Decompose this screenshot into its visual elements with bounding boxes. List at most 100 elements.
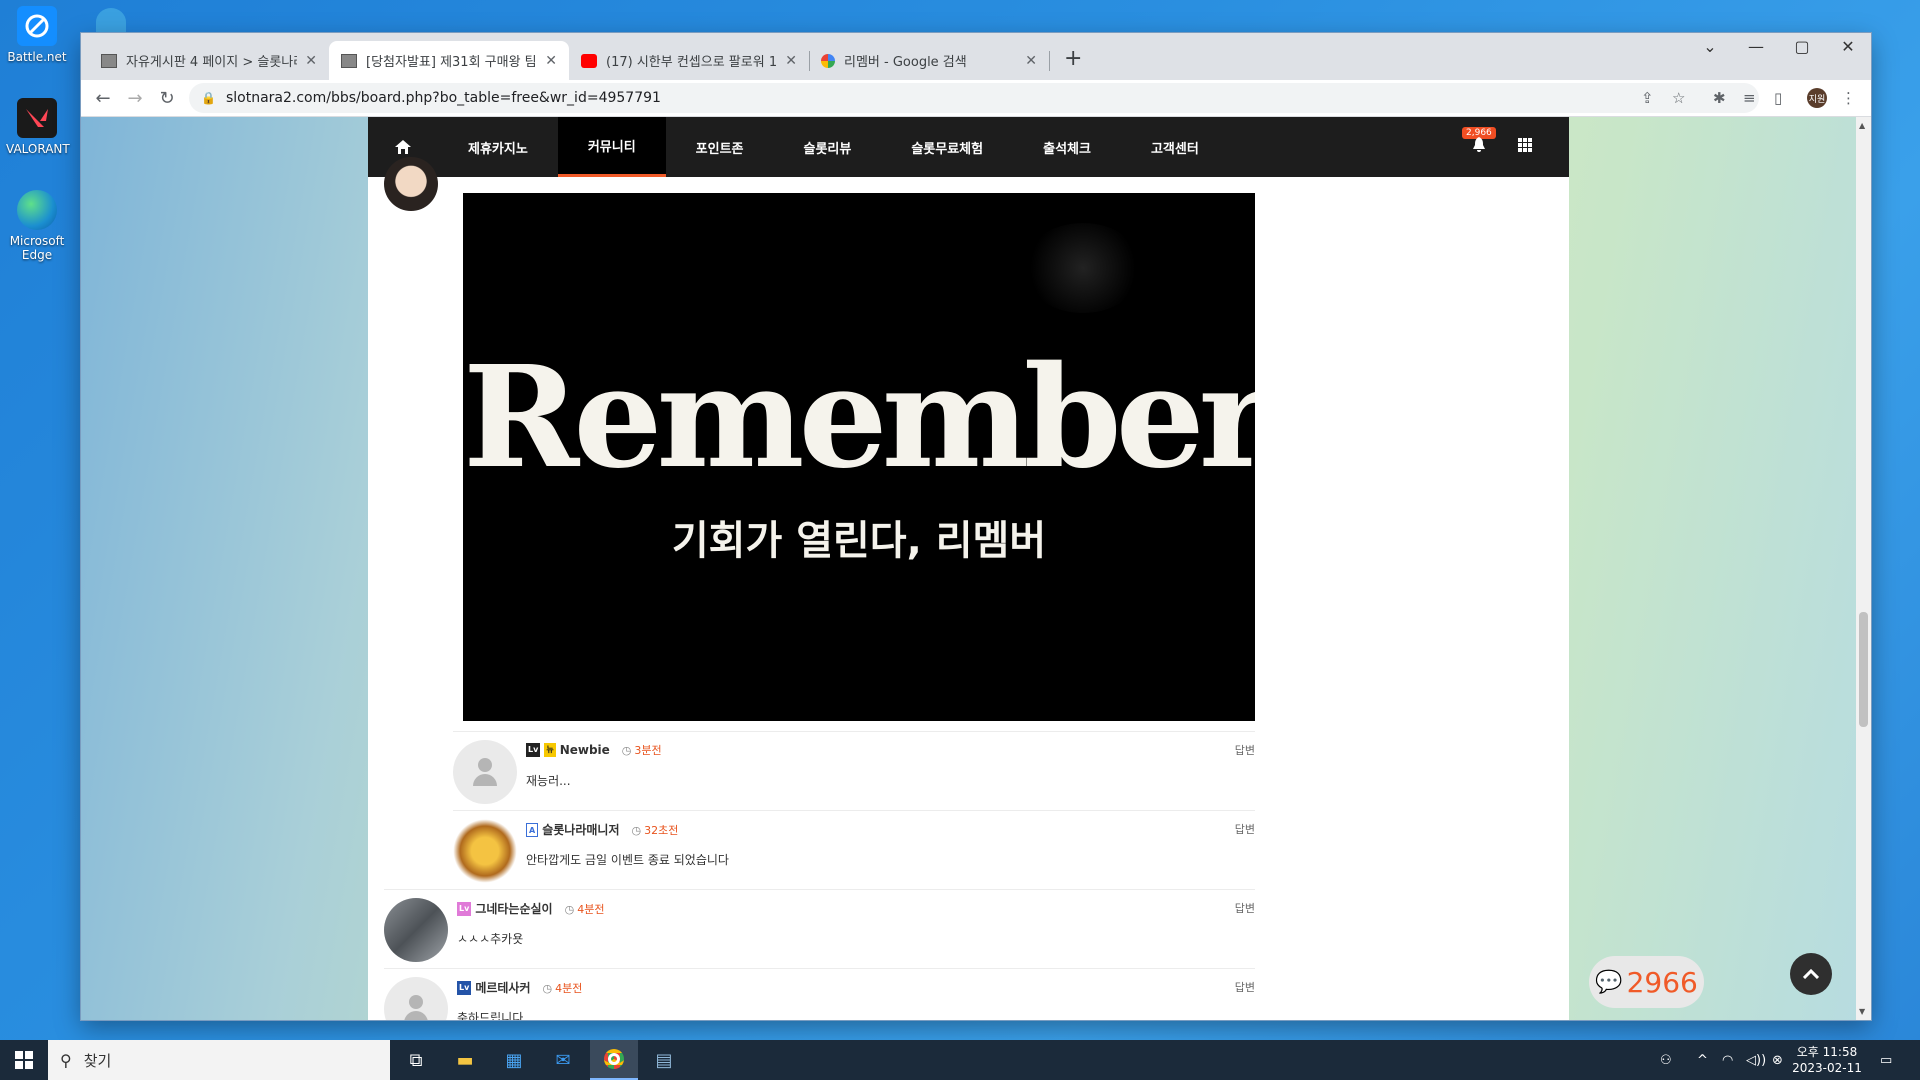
comment-time: ◷ 3분전 — [621, 744, 662, 757]
battlenet-icon — [17, 6, 57, 46]
taskbar-search[interactable]: ⚲ 찾기 — [48, 1040, 390, 1080]
media-control-icon[interactable]: ≡ — [1743, 89, 1756, 107]
comment-author[interactable]: 메르테사커 — [475, 979, 530, 996]
tab-bar: 자유게시판 4 페이지 > 슬롯나라 ✕ [당첨자발표] 제31회 구매왕 팀 … — [81, 33, 1871, 80]
comment-author[interactable]: Newbie — [560, 743, 610, 757]
people-icon[interactable]: ⚇ — [1660, 1040, 1672, 1080]
status-icon[interactable]: ⊗ — [1772, 1040, 1783, 1080]
nav-community[interactable]: 커뮤니티 — [557, 117, 666, 177]
close-window-button[interactable]: ✕ — [1825, 37, 1871, 56]
image-subline: 기회가 열린다, 리멤버 — [671, 518, 1047, 564]
comment-body: 안타깝게도 금일 이벤트 종료 되었습니다 — [526, 853, 729, 867]
reload-button[interactable]: ↻ — [151, 88, 183, 109]
side-panel-icon[interactable]: ▯ — [1774, 89, 1782, 107]
back-button[interactable]: ← — [87, 88, 119, 109]
forward-button[interactable]: → — [119, 88, 151, 109]
telegram-icon[interactable] — [96, 8, 126, 36]
manager-avatar[interactable] — [453, 819, 517, 883]
youtube-icon — [581, 53, 597, 68]
default-avatar-icon[interactable] — [453, 740, 517, 804]
bookmark-star-icon[interactable]: ☆ — [1672, 89, 1685, 107]
reply-button[interactable]: 답변 — [1235, 742, 1255, 758]
site-favicon-icon — [101, 53, 117, 68]
desktop-icon-edge[interactable]: Microsoft Edge — [6, 190, 68, 262]
address-bar[interactable]: 🔒 slotnara2.com/bbs/board.php?bo_table=f… — [189, 83, 1759, 113]
close-icon[interactable]: ✕ — [545, 53, 557, 69]
profile-avatar[interactable]: 지원 — [1807, 88, 1827, 108]
tab-winner-announcement[interactable]: [당첨자발표] 제31회 구매왕 팀 ✕ — [329, 41, 569, 80]
nav-point-zone[interactable]: 포인트존 — [666, 117, 774, 177]
page-content: 제휴카지노 커뮤니티 포인트존 슬롯리뷰 슬롯무료체험 출석체크 고객센터 2,… — [368, 117, 1569, 1020]
close-icon[interactable]: ✕ — [305, 53, 317, 69]
new-tab-button[interactable]: + — [1064, 46, 1082, 71]
browser-toolbar: ← → ↻ 🔒 slotnara2.com/bbs/board.php?bo_t… — [81, 80, 1871, 117]
windows-start-icon[interactable] — [0, 1040, 48, 1080]
close-icon[interactable]: ✕ — [1025, 53, 1037, 69]
chrome-icon[interactable] — [590, 1040, 638, 1080]
level-badge-icon: Lv — [457, 901, 472, 916]
taskbar-clock[interactable]: 오후 11:58 2023-02-11 — [1792, 1044, 1862, 1076]
comment-time: ◷ 4분전 — [542, 981, 583, 995]
comment-author[interactable]: 그네타는순실이 — [475, 900, 552, 917]
mail-icon[interactable]: ✉ — [539, 1040, 587, 1080]
site-navigation: 제휴카지노 커뮤니티 포인트존 슬롯리뷰 슬롯무료체험 출석체크 고객센터 2,… — [368, 117, 1569, 177]
desktop-icon-valorant[interactable]: VALORANT — [6, 98, 70, 156]
search-icon: ⚲ — [60, 1050, 72, 1070]
extensions-icon[interactable]: ✱ — [1713, 89, 1726, 107]
valorant-icon — [17, 98, 57, 138]
tab-youtube[interactable]: (17) 시한부 컨셉으로 팔로워 10 ✕ — [569, 41, 809, 80]
clock-icon: ◷ — [621, 744, 632, 757]
url-text: slotnara2.com/bbs/board.php?bo_table=fre… — [225, 90, 661, 106]
poster-avatar[interactable] — [384, 157, 438, 211]
comment-time: ◷ 4분전 — [564, 902, 605, 916]
desktop-icon-label: Microsoft Edge — [9, 234, 65, 262]
tab-search-icon[interactable]: ⌄ — [1687, 37, 1733, 56]
nav-free-slot-trial[interactable]: 슬롯무료체험 — [881, 117, 1013, 177]
close-icon[interactable]: ✕ — [785, 53, 797, 69]
comment-item: A 슬롯나라매니저 ◷ 32초전 안타깝게도 금일 이벤트 종료 되었습니다 답변 — [453, 810, 1255, 889]
level-badge-icon: Lv — [457, 980, 472, 995]
tab-free-board[interactable]: 자유게시판 4 페이지 > 슬롯나라 ✕ — [89, 41, 329, 80]
nav-customer-center[interactable]: 고객센터 — [1121, 117, 1229, 177]
minimize-button[interactable]: — — [1733, 37, 1779, 56]
post-image: Remember 기회가 열린다, 리멤버 — [463, 193, 1255, 721]
volume-icon[interactable]: ◁)) — [1746, 1040, 1766, 1080]
maximize-button[interactable]: ▢ — [1779, 37, 1825, 56]
desktop-icon-battlenet[interactable]: Battle.net — [6, 6, 68, 64]
google-icon — [821, 53, 835, 68]
nav-partner-casino[interactable]: 제휴카지노 — [438, 117, 558, 177]
level-badge-icon: Lv — [526, 743, 541, 757]
clock-icon: ◷ — [631, 823, 642, 837]
notification-center-icon[interactable]: ▭ — [1880, 1040, 1892, 1080]
task-view-icon[interactable]: ⧉ — [392, 1040, 440, 1080]
nav-attendance[interactable]: 출석체크 — [1013, 117, 1121, 177]
grid-menu-icon[interactable] — [1518, 138, 1532, 156]
chevron-up-icon[interactable]: ^ — [1697, 1040, 1708, 1080]
comment-author[interactable]: 슬롯나라매니저 — [542, 821, 619, 838]
site-favicon-icon — [341, 53, 357, 68]
image-headline: Remember — [463, 336, 1255, 500]
default-avatar-icon[interactable] — [384, 977, 448, 1020]
lock-icon: 🔒 — [201, 91, 216, 105]
tab-google-search[interactable]: 리멤버 - Google 검색 ✕ — [809, 41, 1049, 80]
nav-slot-review[interactable]: 슬롯리뷰 — [774, 117, 882, 177]
store-icon[interactable]: ▦ — [490, 1040, 538, 1080]
page-scrollbar[interactable]: ▲ ▼ — [1856, 117, 1871, 1020]
reply-button[interactable]: 답변 — [1235, 900, 1255, 916]
reply-button[interactable]: 답변 — [1235, 821, 1255, 837]
share-icon[interactable]: ⇪ — [1641, 89, 1654, 107]
user-avatar[interactable] — [384, 898, 448, 962]
bell-icon[interactable] — [1472, 137, 1486, 157]
comment-item: Lv 그네타는순실이 ◷ 4분전 ㅅㅅㅅ추카욧 답변 — [384, 889, 1255, 968]
desktop-icon-label: Battle.net — [7, 50, 67, 64]
file-explorer-icon[interactable]: ▬ — [441, 1040, 489, 1080]
menu-kebab-icon[interactable]: ⋮ — [1841, 89, 1856, 107]
comment-time: ◷ 32초전 — [631, 823, 679, 837]
scroll-top-button[interactable] — [1790, 953, 1832, 995]
calculator-icon[interactable]: ▤ — [640, 1040, 688, 1080]
scrollbar-thumb[interactable] — [1859, 612, 1868, 727]
comment-item: Lv 메르테사커 ◷ 4분전 축하드립니다 답변 — [384, 968, 1255, 1020]
chat-count-button[interactable]: 💬 2966 — [1589, 956, 1704, 1008]
network-icon[interactable]: ◠ — [1722, 1040, 1733, 1080]
reply-button[interactable]: 답변 — [1235, 979, 1255, 995]
